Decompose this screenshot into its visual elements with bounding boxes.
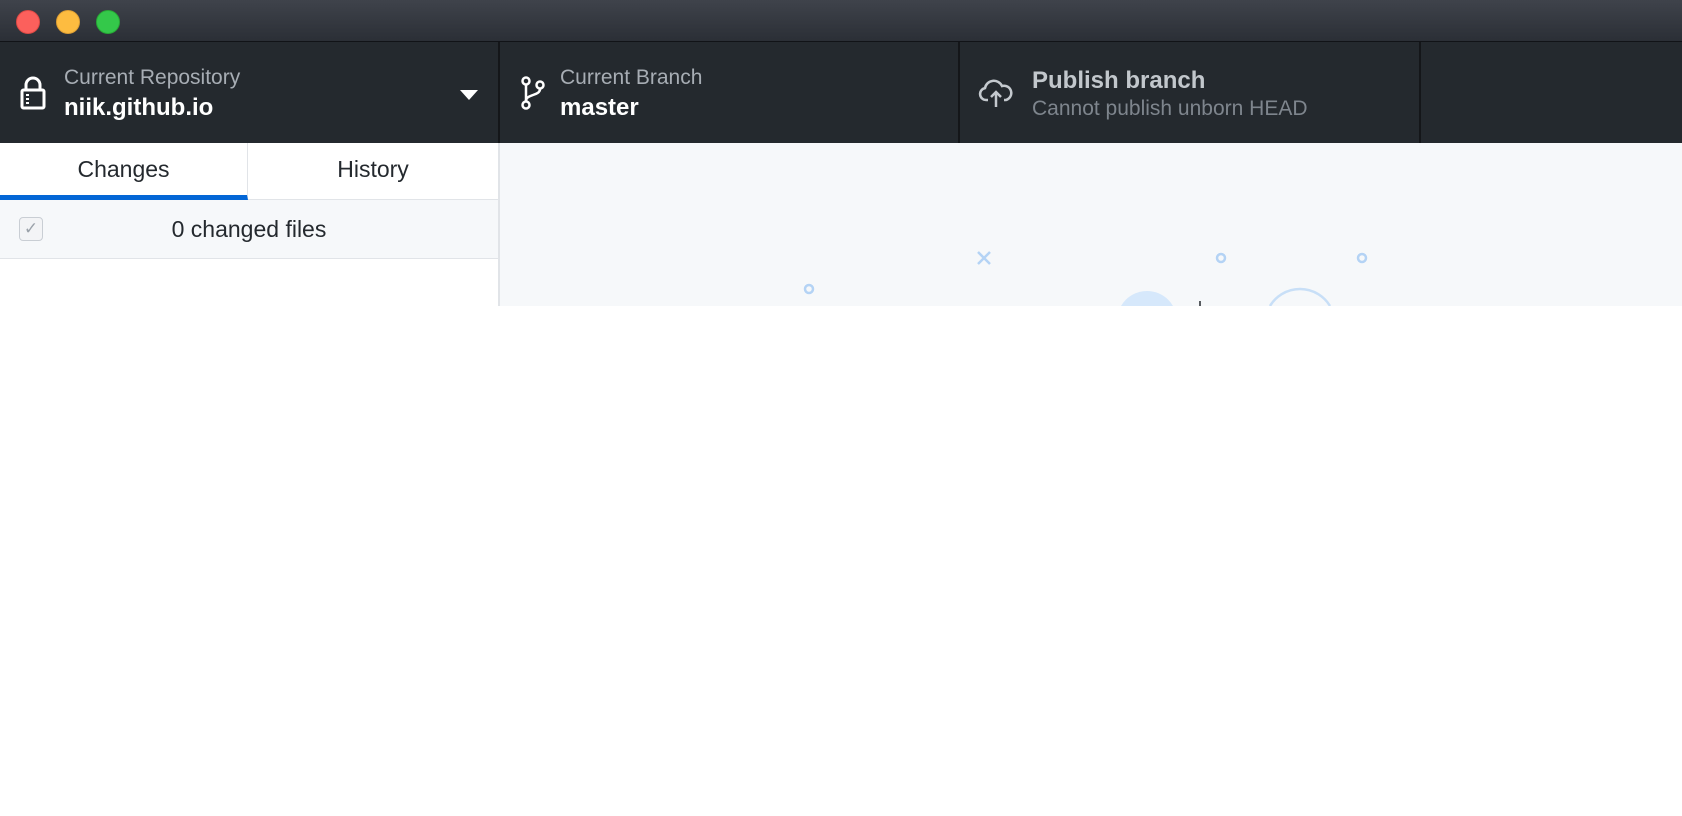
sparkle-dot-icon xyxy=(1356,252,1368,264)
cloud-upload-icon xyxy=(978,79,1013,107)
repository-selector[interactable]: Current Repository niik.github.io xyxy=(0,42,500,143)
zoom-window-button[interactable] xyxy=(96,10,120,34)
sparkle-dot-icon xyxy=(1215,252,1227,264)
repository-name: niik.github.io xyxy=(64,94,214,121)
main-content xyxy=(500,143,1682,306)
lock-icon xyxy=(20,76,46,110)
repository-label: Current Repository xyxy=(64,66,241,89)
minimize-window-button[interactable] xyxy=(56,10,80,34)
publish-branch-label: Publish branch xyxy=(1032,67,1206,94)
tab-history[interactable]: History xyxy=(248,143,498,200)
publish-branch-description: Cannot publish unborn HEAD xyxy=(1032,97,1308,120)
app-window: Current Repository niik.github.io Curren… xyxy=(0,0,1682,306)
chevron-down-icon xyxy=(460,90,478,100)
title-bar xyxy=(0,0,1682,42)
sparkle-x-icon xyxy=(977,251,991,265)
tab-changes[interactable]: Changes xyxy=(0,143,248,200)
select-all-checkbox[interactable]: ✓ xyxy=(19,217,43,241)
branch-label: Current Branch xyxy=(560,66,703,89)
changed-files-count: 0 changed files xyxy=(171,216,327,242)
globe-icon xyxy=(1268,287,1332,306)
branch-selector[interactable]: Current Branch master xyxy=(500,42,960,143)
sparkle-dot-icon xyxy=(803,283,815,295)
planet-icon xyxy=(1121,291,1173,306)
sidebar: Changes History 0 changed files ✓ xyxy=(0,143,500,306)
sidebar-tabs: Changes History xyxy=(0,143,498,200)
branch-name: master xyxy=(560,94,639,121)
close-window-button[interactable] xyxy=(16,10,40,34)
blankslate-illustration xyxy=(803,251,1368,306)
git-branch-icon xyxy=(521,76,545,110)
toolbar: Current Repository niik.github.io Curren… xyxy=(0,42,1682,143)
changes-header: 0 changed files ✓ xyxy=(0,200,498,259)
publish-branch-button[interactable]: Publish branch Cannot publish unborn HEA… xyxy=(960,42,1421,143)
